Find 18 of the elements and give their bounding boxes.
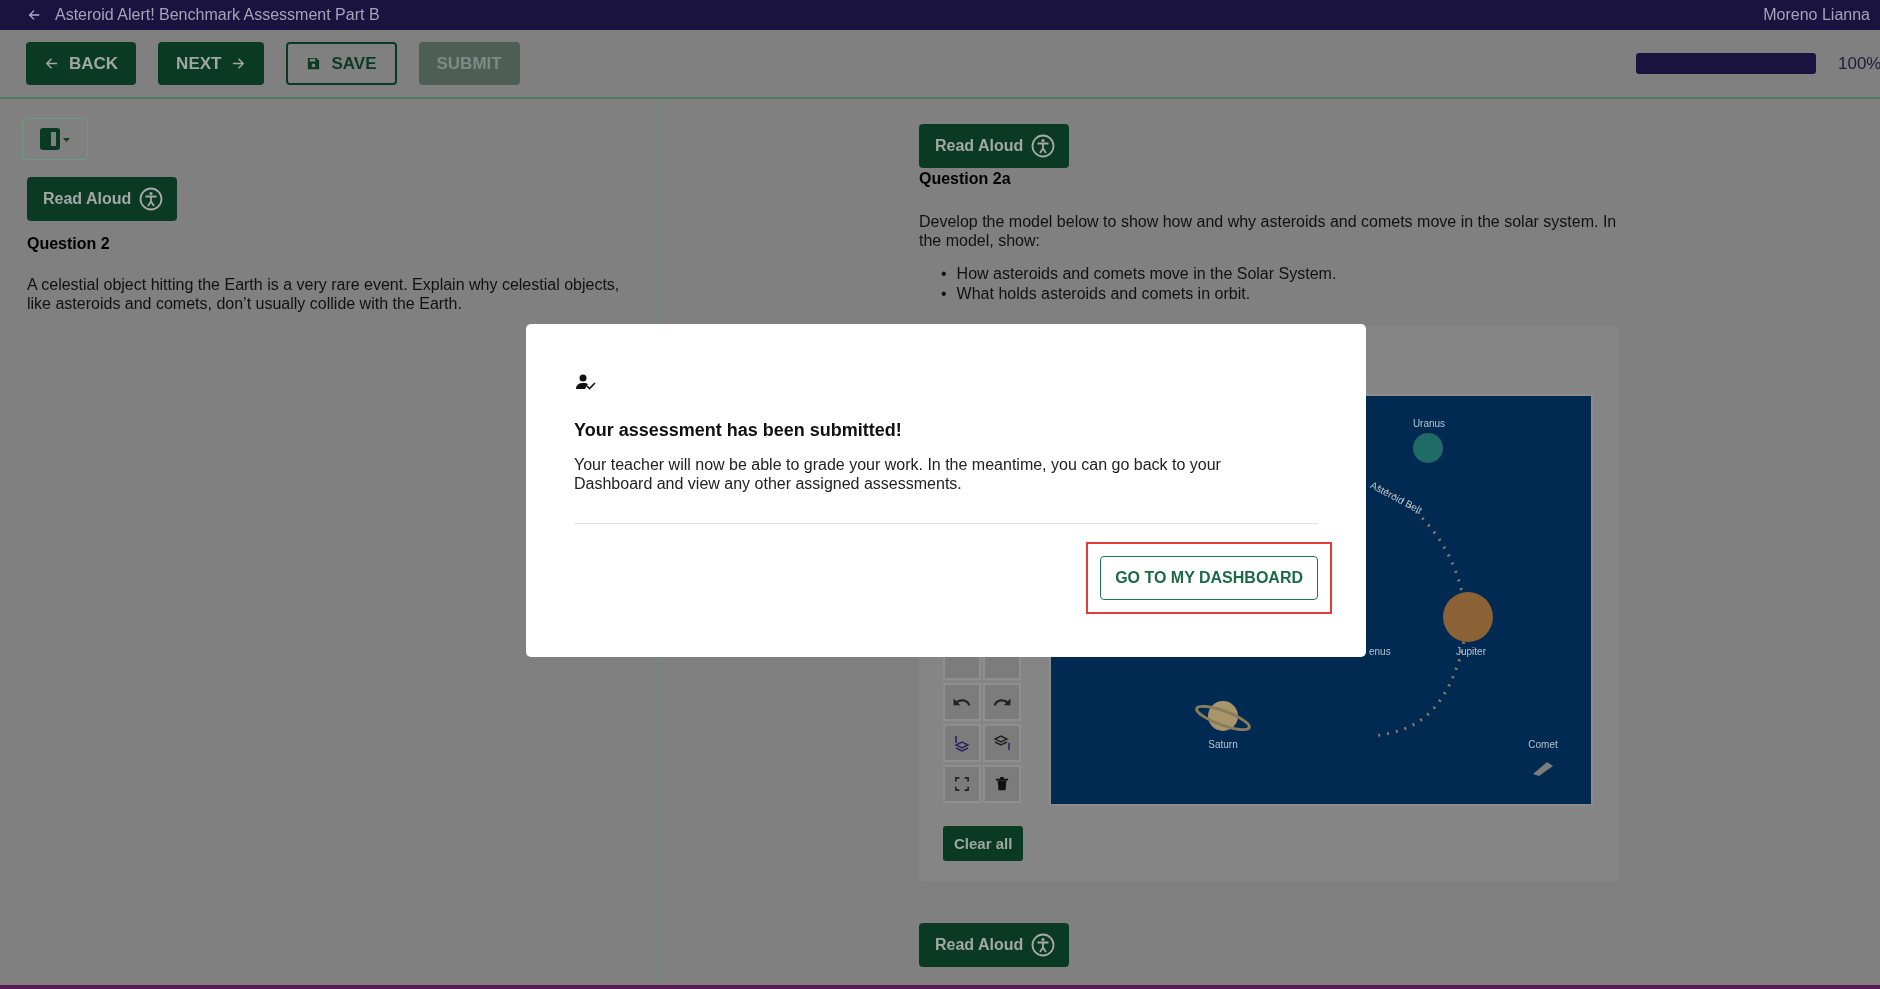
diagram-label: Jupiter [1456, 646, 1486, 658]
dialog-title: Your assessment has been submitted! [574, 420, 903, 441]
question-title: Question 2a [919, 170, 1011, 188]
question-title: Question 2 [27, 235, 110, 253]
diagram-label: Uranus [1412, 418, 1446, 430]
question-text: A celestial object hitting the Earth is a very rare event. Explain why celestial objects, like asteroids and comets, don’t usually collide with the Earth. [27, 275, 621, 313]
diagram-label: enus [1369, 646, 1391, 658]
assessment-title: Asteroid Alert! Benchmark Assessment Part B [55, 6, 380, 24]
bullet-marker: • [941, 284, 947, 304]
user-name: Moreno Lianna [1763, 6, 1870, 24]
dialog-message: Your teacher will now be able to grade your work. In the meantime, you can go back to your Dashboard and view any other assigned assessments. [574, 455, 1222, 493]
bullet-text: How asteroids and comets move in the Solar System. [956, 264, 1337, 284]
diagram-label: Saturn [1208, 739, 1238, 751]
progress-percent: 100% [1838, 53, 1880, 74]
diagram-label: Comet [1528, 739, 1558, 751]
bullet-text: What holds asteroids and comets in orbit. [956, 284, 1251, 304]
question-text: Develop the model below to show how and why asteroids and comets move in the solar system. In the model, show: [919, 212, 1618, 250]
bullet-marker: • [941, 264, 947, 284]
